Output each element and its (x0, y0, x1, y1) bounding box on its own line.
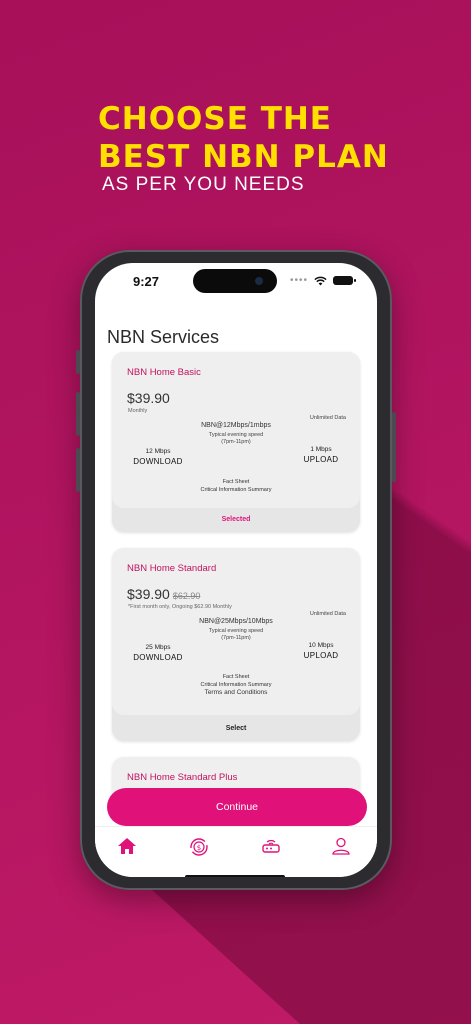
phone-power-button (392, 412, 396, 482)
selected-button[interactable]: Selected (112, 516, 360, 523)
upload-value: 10 Mbps (308, 642, 334, 649)
upload-speed: 10 Mbps UPLOAD (296, 642, 346, 660)
plan-card-body: NBN Home Standard $39.90 $62.90 *First mo… (112, 548, 360, 715)
home-indicator (185, 875, 285, 877)
select-button[interactable]: Select (112, 725, 360, 732)
plan-name: NBN Home Basic (127, 367, 201, 378)
plan-card-basic[interactable]: NBN Home Basic $39.90 Monthly Unlimited … (112, 352, 360, 532)
download-label: DOWNLOAD (133, 653, 183, 662)
battery-icon (333, 276, 356, 285)
download-speed: 25 Mbps DOWNLOAD (132, 644, 184, 662)
home-icon (118, 838, 136, 854)
headline-line-1: CHOOSE THE (98, 101, 332, 137)
status-icons: •••• (289, 275, 356, 286)
page-title: NBN Services (107, 327, 220, 347)
signal-dots-icon: •••• (289, 275, 308, 286)
dollar-refresh-icon: $ (190, 838, 208, 856)
phone-volume-down-button (76, 448, 80, 492)
evening-hours: (7pm-11pm) (221, 635, 251, 641)
data-allowance: Unlimited Data (309, 611, 346, 617)
critical-info-link[interactable]: Critical Information Summary (112, 682, 360, 688)
camera-icon (255, 277, 263, 285)
wifi-icon (314, 276, 327, 285)
evening-hours: (7pm-11pm) (221, 439, 251, 445)
status-bar: 9:27 •••• (95, 263, 377, 303)
tab-services[interactable] (260, 836, 286, 858)
price-note: *First month only, Ongoing $62.90 Monthl… (128, 604, 232, 610)
download-value: 25 Mbps (145, 644, 171, 651)
fact-sheet-link[interactable]: Fact Sheet (112, 674, 360, 680)
svg-text:$: $ (197, 844, 201, 852)
download-label: DOWNLOAD (133, 457, 183, 466)
plan-price: $39.90 $62.90 (127, 586, 200, 602)
plan-price: $39.90 (127, 390, 170, 406)
speed-tier: NBN@25Mbps/10Mbps (199, 618, 273, 625)
plan-card-standard[interactable]: NBN Home Standard $39.90 $62.90 *First mo… (112, 548, 360, 741)
upload-value: 1 Mbps (310, 446, 332, 453)
upload-speed: 1 Mbps UPLOAD (296, 446, 346, 464)
evening-speed-label: Typical evening speed (208, 432, 264, 438)
upload-label: UPLOAD (303, 651, 339, 660)
tab-profile[interactable] (330, 836, 356, 858)
dynamic-island (193, 269, 277, 293)
download-speed: 12 Mbps DOWNLOAD (132, 448, 184, 466)
router-icon (262, 839, 280, 853)
data-allowance: Unlimited Data (309, 415, 346, 421)
old-price: $62.90 (172, 591, 201, 601)
tab-billing[interactable]: $ (188, 836, 214, 858)
plan-name: NBN Home Standard Plus (127, 772, 238, 783)
download-value: 12 Mbps (145, 448, 171, 455)
speed-tier: NBN@12Mbps/1mbps (201, 422, 271, 429)
user-icon (332, 837, 350, 855)
headline: CHOOSE THE BEST NBN PLAN AS PER YOU NEED… (98, 100, 389, 196)
price-note: Monthly (128, 408, 148, 414)
status-time: 9:27 (133, 274, 160, 289)
tab-home[interactable] (116, 836, 142, 858)
plan-card-body: NBN Home Basic $39.90 Monthly Unlimited … (112, 352, 360, 508)
evening-speed-label: Typical evening speed (208, 628, 264, 634)
phone-screen: 9:27 •••• NBN Services NBN Home Basic $3… (95, 263, 377, 877)
price-value: $39.90 (127, 390, 170, 406)
phone-side-button (76, 350, 80, 374)
critical-info-link[interactable]: Critical Information Summary (112, 487, 360, 493)
tab-bar: $ (95, 826, 377, 877)
fact-sheet-link[interactable]: Fact Sheet (112, 479, 360, 485)
headline-line-2: BEST NBN PLAN (98, 139, 389, 175)
upload-label: UPLOAD (303, 455, 339, 464)
headline-line-3: AS PER YOU NEEDS (102, 174, 305, 195)
phone-volume-up-button (76, 392, 80, 436)
terms-link[interactable]: Terms and Conditions (112, 689, 360, 696)
continue-button[interactable]: Continue (107, 788, 367, 826)
plan-name: NBN Home Standard (127, 563, 217, 574)
price-value: $39.90 (127, 586, 170, 602)
